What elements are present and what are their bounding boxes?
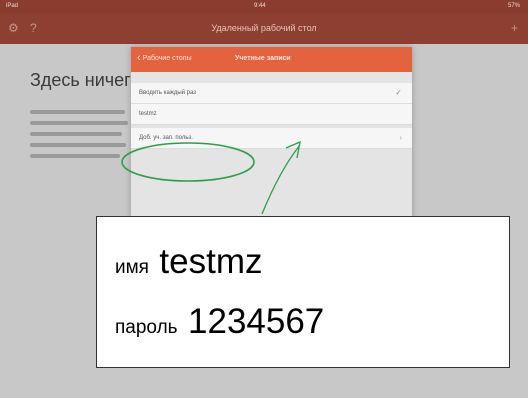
chevron-left-icon: ‹	[137, 52, 141, 64]
list-item-label: Доб. уч. зап. польз.	[139, 135, 193, 141]
list-item-ask-every-time[interactable]: Вводить каждый раз ✓	[131, 83, 412, 104]
clock: 9:44	[254, 3, 266, 9]
username-value: testmz	[159, 242, 263, 281]
credentials-note: имя testmz пароль 1234567	[96, 216, 510, 368]
password-value: 1234567	[188, 302, 325, 341]
back-button-label: Рабочие столы	[142, 55, 192, 62]
back-button[interactable]: ‹ Рабочие столы	[137, 52, 192, 64]
list-item-account[interactable]: testmz	[131, 104, 412, 125]
list-item-label: Вводить каждый раз	[139, 90, 197, 96]
empty-state-text	[30, 110, 130, 165]
app-header: ⚙ ? Удаленный рабочий стол +	[0, 14, 528, 44]
checkmark-icon: ✓	[395, 88, 402, 97]
username-label: имя	[115, 257, 149, 278]
carrier-label: iPad	[6, 3, 19, 9]
app-title: Удаленный рабочий стол	[211, 23, 317, 33]
modal-title: Учетные записи	[235, 55, 291, 62]
battery-label: 57%	[507, 3, 520, 9]
password-label: пароль	[115, 317, 178, 338]
empty-state-heading: Здесь ничег	[30, 70, 131, 90]
status-bar: iPad 9:44 57%	[0, 0, 528, 14]
add-icon[interactable]: +	[511, 21, 518, 35]
username-line: имя testmz	[115, 242, 263, 282]
chevron-right-icon: ›	[399, 133, 402, 142]
modal-header: ‹ Рабочие столы Учетные записи	[131, 47, 412, 72]
list-item-label: testmz	[139, 111, 157, 117]
list-item-add-account[interactable]: Доб. уч. зап. польз. ›	[131, 128, 412, 149]
password-line: пароль 1234567	[115, 302, 324, 342]
accounts-list: Вводить каждый раз ✓ testmz Доб. уч. зап…	[131, 83, 412, 149]
